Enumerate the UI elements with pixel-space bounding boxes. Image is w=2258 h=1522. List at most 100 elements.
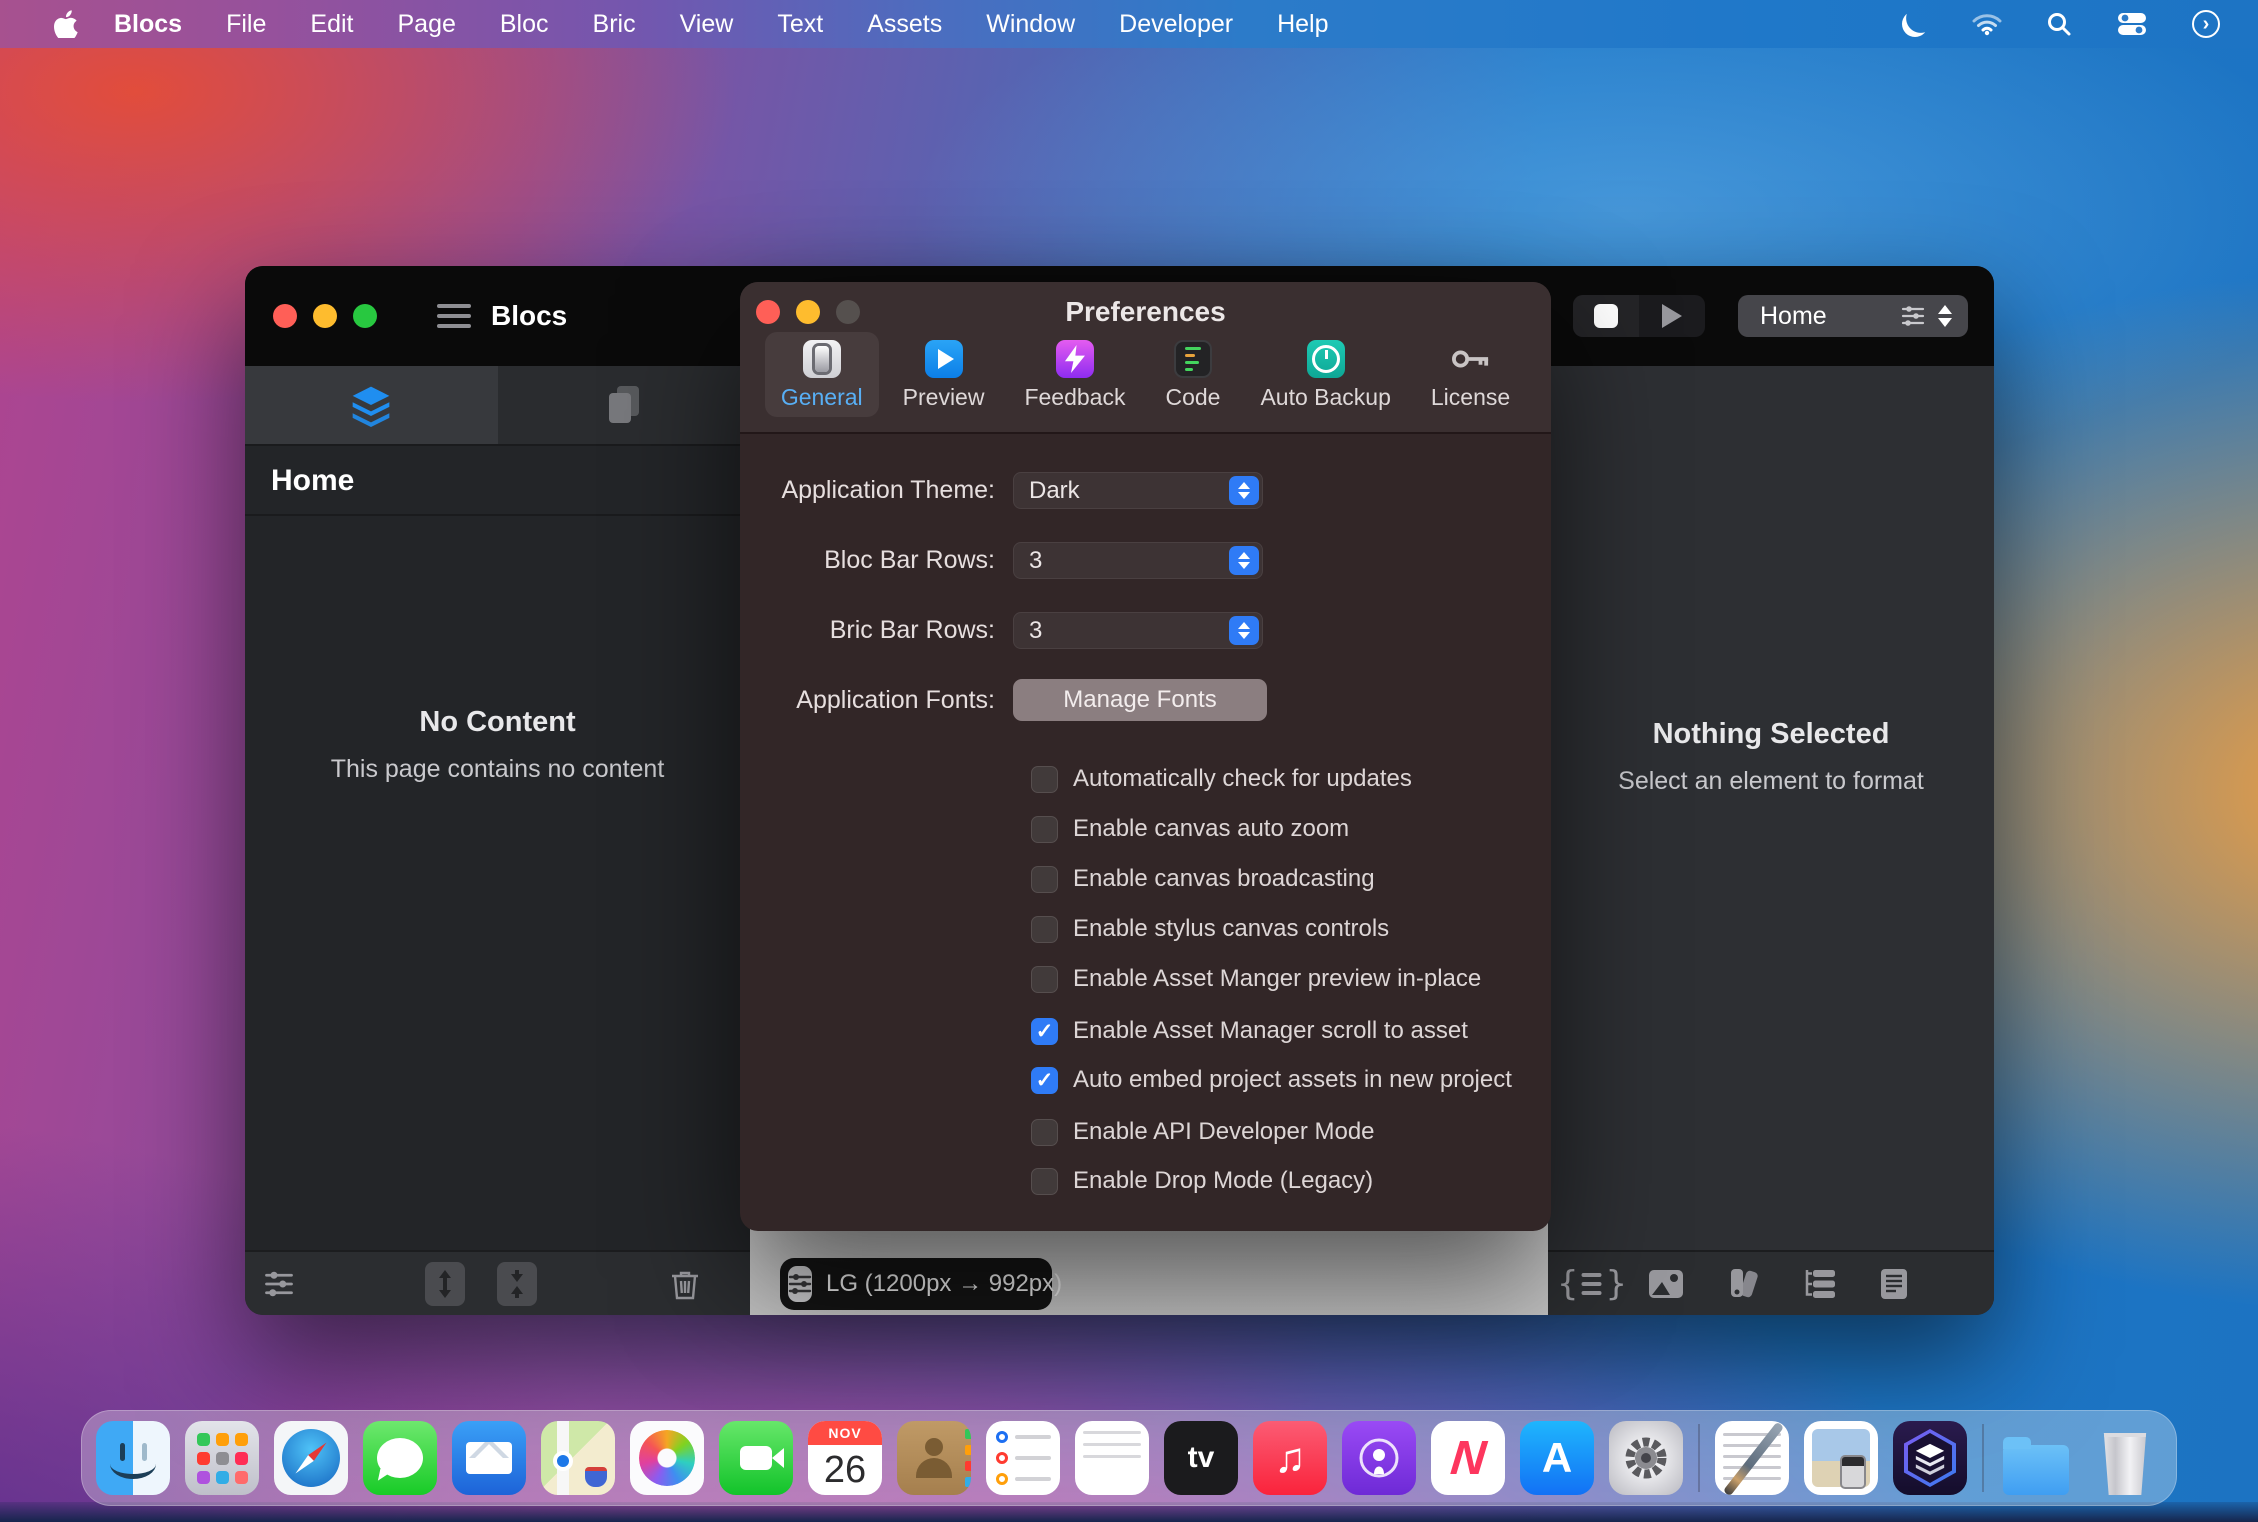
bloc-bar-rows-dropdown[interactable]: 3 — [1013, 542, 1263, 579]
checkbox-icon[interactable]: ✓ — [1031, 1119, 1058, 1146]
tab-pages[interactable] — [498, 366, 751, 444]
checkbox-canvas-auto-zoom[interactable]: ✓ Enable canvas auto zoom — [1031, 804, 1349, 854]
menu-item-view[interactable]: View — [658, 10, 756, 39]
page-selector-dropdown[interactable]: Home — [1738, 295, 1968, 337]
menu-item-window[interactable]: Window — [964, 10, 1097, 39]
checkbox-icon[interactable]: ✓ — [1031, 866, 1058, 893]
menu-item-app[interactable]: Blocs — [92, 10, 204, 39]
user-switch-icon[interactable]: › — [2192, 10, 2220, 38]
checkbox-canvas-broadcasting[interactable]: ✓ Enable canvas broadcasting — [1031, 854, 1375, 904]
dock-item-maps[interactable] — [541, 1421, 615, 1495]
swatches-icon[interactable] — [1727, 1267, 1761, 1301]
menu-item-help[interactable]: Help — [1255, 10, 1350, 39]
preferences-titlebar[interactable]: Preferences General Preview Feedback Cod… — [740, 282, 1551, 434]
trash-icon[interactable] — [671, 1268, 699, 1300]
dock-item-podcasts[interactable] — [1342, 1421, 1416, 1495]
pref-tab-general[interactable]: General — [765, 332, 879, 417]
dock-item-mail[interactable] — [452, 1421, 526, 1495]
search-icon[interactable] — [2046, 11, 2072, 37]
checkbox-auto-updates[interactable]: ✓ Automatically check for updates — [1031, 754, 1412, 804]
wifi-icon[interactable] — [1972, 12, 2002, 36]
menu-item-developer[interactable]: Developer — [1097, 10, 1255, 39]
do-not-disturb-icon[interactable] — [1902, 11, 1928, 37]
dock-item-launchpad[interactable] — [185, 1421, 259, 1495]
checkbox-icon[interactable]: ✓ — [1031, 1067, 1058, 1094]
minimize-button[interactable] — [313, 304, 337, 328]
dock-item-photos[interactable] — [630, 1421, 704, 1495]
dock-item-app-store[interactable]: A — [1520, 1421, 1594, 1495]
breakpoint-badge[interactable]: LG (1200px → 992px) — [780, 1258, 1052, 1310]
dock-item-calendar[interactable]: NOV 26 — [808, 1421, 882, 1495]
menu-item-text[interactable]: Text — [755, 10, 845, 39]
dock-item-preview[interactable] — [1804, 1421, 1878, 1495]
layers-icon — [348, 383, 394, 427]
checkbox-icon[interactable]: ✓ — [1031, 966, 1058, 993]
dropdown-stepper-icon[interactable] — [1229, 546, 1259, 575]
page-selector-stepper[interactable] — [1938, 305, 1952, 327]
pref-tab-auto-backup[interactable]: Auto Backup — [1244, 332, 1406, 417]
checkbox-asset-scroll-to-asset[interactable]: ✓ Enable Asset Manager scroll to asset — [1031, 1006, 1468, 1056]
page-settings-sliders-icon[interactable] — [1900, 304, 1926, 328]
checkbox-icon[interactable]: ✓ — [1031, 816, 1058, 843]
layer-tree-icon[interactable] — [1803, 1268, 1837, 1300]
pref-tab-feedback[interactable]: Feedback — [1008, 332, 1141, 417]
menu-item-page[interactable]: Page — [375, 10, 477, 39]
pref-tab-license[interactable]: License — [1415, 332, 1526, 417]
menu-item-edit[interactable]: Edit — [288, 10, 375, 39]
checkbox-icon[interactable]: ✓ — [1031, 1168, 1058, 1195]
checkbox-asset-preview-in-place[interactable]: ✓ Enable Asset Manger preview in-place — [1031, 954, 1481, 1004]
checkbox-api-developer-mode[interactable]: ✓ Enable API Developer Mode — [1031, 1107, 1375, 1157]
zoom-button[interactable] — [353, 304, 377, 328]
application-theme-dropdown[interactable]: Dark — [1013, 472, 1263, 509]
dock-item-safari[interactable] — [274, 1421, 348, 1495]
dropdown-stepper-icon[interactable] — [1229, 476, 1259, 505]
close-button[interactable] — [273, 304, 297, 328]
apple-menu[interactable] — [40, 10, 92, 38]
stop-button[interactable] — [1573, 295, 1639, 337]
tab-layers[interactable] — [245, 366, 498, 444]
dock-item-blocs[interactable] — [1893, 1421, 1967, 1495]
menu-item-assets[interactable]: Assets — [845, 10, 964, 39]
pref-tab-code[interactable]: Code — [1149, 332, 1236, 417]
dock-item-downloads-folder[interactable] — [1999, 1421, 2073, 1495]
collapse-layers-button[interactable] — [497, 1262, 537, 1306]
dock-item-trash[interactable] — [2088, 1421, 2162, 1495]
menu-item-bloc[interactable]: Bloc — [478, 10, 571, 39]
dock-item-messages[interactable] — [363, 1421, 437, 1495]
code-editor-icon[interactable]: {} — [1558, 1264, 1627, 1304]
control-center-icon[interactable] — [2116, 12, 2148, 36]
bric-bar-rows-dropdown[interactable]: 3 — [1013, 612, 1263, 649]
dock-item-finder[interactable] — [96, 1421, 170, 1495]
checkbox-auto-embed-assets[interactable]: ✓ Auto embed project assets in new proje… — [1031, 1055, 1512, 1105]
podcasts-icon — [1357, 1436, 1401, 1480]
checkbox-icon[interactable]: ✓ — [1031, 1018, 1058, 1045]
manage-fonts-button[interactable]: Manage Fonts — [1013, 679, 1267, 721]
pref-tab-preview[interactable]: Preview — [887, 332, 1001, 417]
dock-item-textedit[interactable] — [1715, 1421, 1789, 1495]
checkbox-label: Enable canvas broadcasting — [1073, 865, 1375, 893]
layer-settings-sliders-icon[interactable] — [264, 1269, 294, 1299]
dock-item-contacts[interactable] — [897, 1421, 971, 1495]
inspector-toolbar: {} — [1548, 1250, 1994, 1315]
dock-item-reminders[interactable] — [986, 1421, 1060, 1495]
checkbox-icon[interactable]: ✓ — [1031, 916, 1058, 943]
page-settings-icon[interactable] — [1880, 1268, 1908, 1300]
expand-layers-button[interactable] — [425, 1262, 465, 1306]
checkbox-drop-mode-legacy[interactable]: ✓ Enable Drop Mode (Legacy) — [1031, 1156, 1373, 1206]
dropdown-stepper-icon[interactable] — [1229, 616, 1259, 645]
checkbox-icon[interactable]: ✓ — [1031, 766, 1058, 793]
dock-item-tv[interactable]: tv — [1164, 1421, 1238, 1495]
dock-item-news[interactable]: N — [1431, 1421, 1505, 1495]
dropdown-value: 3 — [1029, 547, 1042, 575]
dock-item-facetime[interactable] — [719, 1421, 793, 1495]
menu-item-file[interactable]: File — [204, 10, 288, 39]
checkbox-stylus-controls[interactable]: ✓ Enable stylus canvas controls — [1031, 904, 1389, 954]
dock-item-music[interactable]: ♫ — [1253, 1421, 1327, 1495]
menu-item-bric[interactable]: Bric — [571, 10, 658, 39]
dock-item-system-preferences[interactable] — [1609, 1421, 1683, 1495]
play-button[interactable] — [1639, 295, 1705, 337]
menu-toggle-icon[interactable] — [437, 304, 471, 328]
dock-item-notes[interactable] — [1075, 1421, 1149, 1495]
asset-manager-icon[interactable] — [1648, 1269, 1684, 1299]
field-label: Bric Bar Rows: — [740, 616, 995, 645]
